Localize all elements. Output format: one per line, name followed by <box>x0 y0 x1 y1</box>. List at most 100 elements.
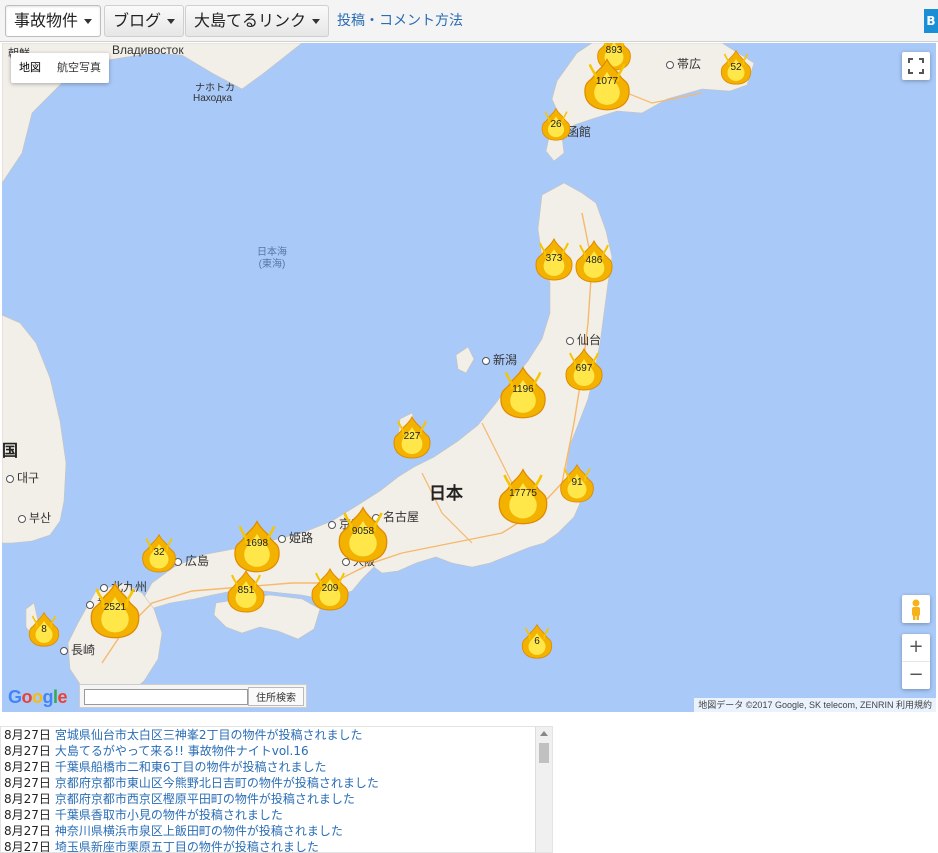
news-row: 8月27日 神奈川県横浜市泉区上飯田町の物件が投稿されました <box>1 823 552 839</box>
scroll-up-arrow-icon[interactable] <box>540 731 548 736</box>
incident-cluster-marker[interactable]: 91 <box>557 463 597 503</box>
incident-cluster-marker[interactable]: 8 <box>26 611 62 647</box>
news-title-link[interactable]: 埼玉県新座市栗原五丁目の物件が投稿されました <box>55 840 319 852</box>
cluster-count: 1698 <box>245 538 269 549</box>
city-label-daegu: 대구 <box>6 469 39 486</box>
incident-cluster-marker[interactable]: 1196 <box>496 365 550 419</box>
country-label-japan: 日本 <box>429 484 463 503</box>
news-row: 8月27日 大島てるがやって来る!! 事故物件ナイトvol.16 <box>1 743 552 759</box>
incident-cluster-marker[interactable]: 227 <box>390 415 434 459</box>
cluster-count: 52 <box>730 62 742 73</box>
cluster-count: 697 <box>575 363 593 374</box>
news-row: 8月27日 千葉県船橋市二和東6丁目の物件が投稿されました <box>1 759 552 775</box>
nav-post-comment-link[interactable]: 投稿・コメント方法 <box>337 5 463 37</box>
nav-links-dropdown[interactable]: 大島てるリンク <box>185 5 330 37</box>
chevron-down-icon <box>312 19 321 24</box>
news-date: 8月27日 <box>4 824 51 838</box>
nav-jiko-bukken-dropdown[interactable]: 事故物件 <box>5 5 102 37</box>
news-title-link[interactable]: 大島てるがやって来る!! 事故物件ナイトvol.16 <box>55 744 309 758</box>
nav-links-label: 大島てるリンク <box>194 11 307 30</box>
nav-jiko-bukken-label: 事故物件 <box>14 11 79 30</box>
news-date: 8月27日 <box>4 792 51 806</box>
country-label-korea: 国 <box>2 443 19 460</box>
map-attribution: 地図データ ©2017 Google, SK telecom, ZENRIN 利… <box>694 698 936 712</box>
city-label-vladivostok: Владивосток <box>112 43 184 57</box>
address-search-input[interactable] <box>84 689 248 705</box>
cluster-count: 17775 <box>509 488 537 499</box>
news-row: 8月27日 京都府京都市東山区今熊野北日吉町の物件が投稿されました <box>1 775 552 791</box>
chevron-down-icon <box>84 19 93 24</box>
chevron-down-icon <box>167 19 176 24</box>
news-date: 8月27日 <box>4 840 51 853</box>
news-date: 8月27日 <box>4 776 51 790</box>
fullscreen-icon <box>908 58 924 74</box>
incident-cluster-marker[interactable]: 697 <box>562 347 606 391</box>
address-search-button[interactable]: 住所検索 <box>248 687 304 706</box>
incident-cluster-marker[interactable]: 32 <box>139 533 179 573</box>
news-title-link[interactable]: 千葉県船橋市二和東6丁目の物件が投稿されました <box>55 760 327 774</box>
news-date: 8月27日 <box>4 808 51 822</box>
cluster-count: 1196 <box>512 384 534 395</box>
zoom-control: + − <box>902 634 930 689</box>
nav-blog-dropdown[interactable]: ブログ <box>104 5 185 37</box>
city-label-nakhodka-jp: ナホトカ <box>195 83 235 94</box>
incident-cluster-marker[interactable]: 1698 <box>230 519 284 573</box>
nav-blog-label: ブログ <box>113 11 162 30</box>
incident-cluster-marker[interactable]: 26 <box>539 107 573 141</box>
incident-cluster-marker[interactable]: 17775 <box>494 467 552 525</box>
news-row: 8月27日 宮城県仙台市太白区三神峯2丁目の物件が投稿されました <box>1 727 552 743</box>
news-row: 8月27日 京都府京都市西京区樫原平田町の物件が投稿されました <box>1 791 552 807</box>
news-row: 8月27日 埼玉県新座市栗原五丁目の物件が投稿されました <box>1 839 552 853</box>
map-type-roadmap-button[interactable]: 地図 <box>11 53 49 83</box>
sea-label: 日本海 (東海) <box>257 247 287 270</box>
incident-cluster-marker[interactable]: 2521 <box>86 581 144 639</box>
city-label-sendai: 仙台 <box>566 331 601 348</box>
scrollbar-thumb[interactable] <box>539 743 549 763</box>
google-logo[interactable]: Google <box>8 687 68 708</box>
street-view-button[interactable] <box>902 595 930 623</box>
cluster-count: 227 <box>403 431 421 442</box>
cluster-count: 893 <box>605 45 623 56</box>
incident-cluster-marker[interactable]: 6 <box>519 623 555 659</box>
map-type-satellite-button[interactable]: 航空写真 <box>49 53 109 83</box>
city-label-obihiro: 帯広 <box>666 55 701 72</box>
map-canvas[interactable]: 日本海 (東海) 日本 国 朝鮮 Владивосток ナホトカ Находк… <box>2 43 936 712</box>
incident-cluster-marker[interactable]: 486 <box>572 239 616 283</box>
news-date: 8月27日 <box>4 760 51 774</box>
news-title-link[interactable]: 千葉県香取市小見の物件が投稿されました <box>55 808 283 822</box>
incident-cluster-marker[interactable]: 9058 <box>334 505 392 563</box>
cluster-count: 373 <box>545 253 563 264</box>
news-title-link[interactable]: 京都府京都市東山区今熊野北日吉町の物件が投稿されました <box>55 776 379 790</box>
zoom-out-button[interactable]: − <box>902 662 930 689</box>
fullscreen-button[interactable] <box>902 52 930 80</box>
map-type-control: 地図 航空写真 <box>11 53 109 83</box>
google-logo-text: Google <box>8 687 68 707</box>
city-label-hiroshima: 広島 <box>174 552 209 569</box>
news-date: 8月27日 <box>4 728 51 742</box>
news-title-link[interactable]: 神奈川県横浜市泉区上飯田町の物件が投稿されました <box>55 824 343 838</box>
incident-cluster-marker[interactable]: 209 <box>308 567 352 611</box>
top-nav-bar: 事故物件 ブログ 大島てるリンク 投稿・コメント方法 B <box>0 0 938 42</box>
pegman-icon <box>912 599 920 620</box>
news-title-link[interactable]: 宮城県仙台市太白区三神峯2丁目の物件が投稿されました <box>55 728 363 742</box>
news-scrollbar[interactable] <box>535 727 552 852</box>
city-label-busan: 부산 <box>18 509 51 526</box>
incident-cluster-marker[interactable]: 52 <box>718 49 754 85</box>
incident-cluster-marker[interactable]: 373 <box>532 237 576 281</box>
cluster-count: 486 <box>585 255 603 266</box>
news-title-link[interactable]: 京都府京都市西京区樫原平田町の物件が投稿されました <box>55 792 355 806</box>
cluster-count: 851 <box>237 585 255 596</box>
corner-badge[interactable]: B <box>924 9 938 33</box>
cluster-count: 26 <box>550 119 562 130</box>
zoom-in-button[interactable]: + <box>902 634 930 662</box>
address-search-box: 住所検索 <box>79 684 307 708</box>
cluster-count: 9058 <box>351 526 375 537</box>
incident-cluster-marker[interactable]: 851 <box>224 569 268 613</box>
cluster-count: 8 <box>41 624 47 635</box>
incident-cluster-marker[interactable]: 1077 <box>580 57 634 111</box>
cluster-count: 32 <box>153 547 165 558</box>
cluster-count: 2521 <box>103 602 127 613</box>
cluster-count: 6 <box>534 636 540 647</box>
news-row: 8月27日 千葉県香取市小見の物件が投稿されました <box>1 807 552 823</box>
cluster-count: 209 <box>321 583 339 594</box>
